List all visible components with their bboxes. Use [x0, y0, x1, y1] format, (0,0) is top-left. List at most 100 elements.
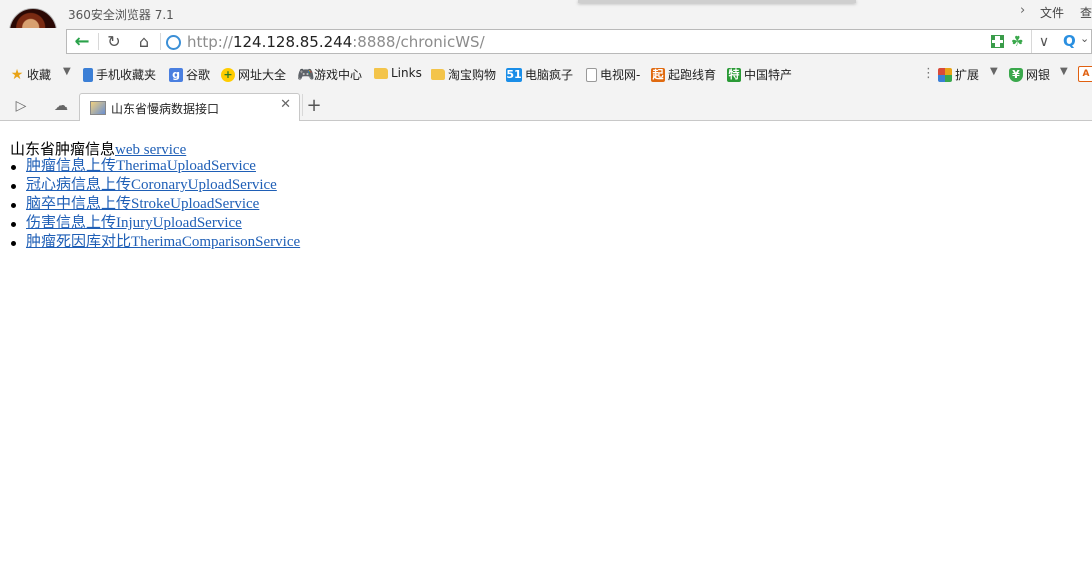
web-directory-icon: + — [221, 67, 235, 82]
site-51-icon: 51 — [506, 67, 522, 82]
bookmark-label: Links — [391, 66, 422, 80]
chevron-down-icon[interactable]: ▼ — [63, 66, 71, 77]
url-prefix: http:// — [187, 33, 233, 51]
globe-icon — [166, 35, 181, 50]
menu-file[interactable]: 文件 — [1040, 4, 1064, 21]
sidebar-toggle-icon[interactable]: ▷ — [10, 96, 32, 116]
service-name: CoronaryUploadService — [131, 177, 277, 193]
qi-icon: 起 — [651, 67, 665, 82]
netbank-button[interactable]: ¥ 网银 — [1009, 66, 1050, 83]
bookmark-label: 电脑疯子 — [525, 68, 574, 82]
tab-bar: ▷ ☁ 山东省慢病数据接口 ✕ + — [0, 90, 1092, 121]
list-item: 伤害信息上传InjuryUploadService — [0, 214, 300, 233]
chevron-down-icon[interactable]: ∨ — [1033, 32, 1055, 52]
list-item: 肿瘤信息上传TherimaUploadService — [0, 157, 300, 176]
more-icon[interactable]: ⋮ — [922, 66, 935, 81]
folder-icon — [374, 67, 388, 79]
page-icon — [586, 67, 597, 82]
menu-view[interactable]: 查 — [1080, 4, 1092, 21]
bookmark-item[interactable]: 淘宝购物 — [431, 66, 496, 83]
bookmark-item[interactable]: + 网址大全 — [221, 66, 286, 83]
chevron-down-icon[interactable]: ▼ — [1060, 66, 1068, 77]
bookmark-item[interactable]: 电视网- — [586, 66, 640, 83]
service-link[interactable]: 脑卒中信息上传StrokeUploadService — [26, 196, 259, 212]
bookmark-label: 电视网- — [600, 68, 641, 82]
bookmark-label: 谷歌 — [186, 68, 211, 82]
bookmarks-bar: ★ 收藏 ▼ 手机收藏夹 g 谷歌 + 网址大全 🎮 游戏中心 Links 淘宝… — [0, 60, 1092, 90]
page-content: 山东省肿瘤信息web service 肿瘤信息上传TherimaUploadSe… — [0, 121, 1092, 570]
favicon-icon — [90, 101, 106, 115]
bookmark-label: 淘宝购物 — [448, 68, 497, 82]
bookmark-item[interactable]: 🎮 游戏中心 — [297, 66, 362, 83]
service-cn: 伤害信息上传 — [26, 215, 117, 231]
app-title: 360安全浏览器 7.1 — [68, 8, 174, 22]
extensions-icon — [938, 67, 952, 82]
bookmark-label: 中国特产 — [744, 68, 793, 82]
service-cn: 肿瘤死因库对比 — [26, 234, 132, 250]
home-button[interactable]: ⌂ — [129, 30, 159, 53]
bookmark-item[interactable]: 特 中国特产 — [727, 66, 792, 83]
bookmark-item[interactable]: g 谷歌 — [169, 66, 210, 83]
shield-icon: ¥ — [1009, 67, 1023, 82]
overlay-dialog-edge — [578, 0, 856, 3]
service-link[interactable]: 肿瘤信息上传TherimaUploadService — [26, 158, 256, 174]
back-button[interactable]: ← — [67, 30, 97, 53]
service-cn: 脑卒中信息上传 — [26, 196, 132, 212]
url-host: 124.128.85.244 — [232, 33, 353, 51]
chevron-right-icon[interactable]: › — [1020, 3, 1025, 18]
cloud-icon[interactable]: ☁ — [50, 96, 72, 116]
search-engine-dropdown-icon[interactable]: ⌄ — [1080, 32, 1089, 45]
te-icon: 特 — [727, 67, 741, 82]
title-bar: 360安全浏览器 7.1 › 文件 查 — [0, 0, 1092, 28]
service-link[interactable]: 伤害信息上传InjuryUploadService — [26, 215, 242, 231]
folder-icon — [431, 69, 445, 80]
list-item: 肿瘤死因库对比TherimaComparisonService — [0, 233, 300, 252]
google-icon: g — [169, 67, 183, 82]
service-name: TherimaComparisonService — [131, 234, 301, 250]
divider — [1031, 30, 1032, 53]
bookmark-label: 收藏 — [27, 68, 52, 82]
adblock-button[interactable]: A — [1078, 66, 1092, 82]
heading-text: 山东省肿瘤信息 — [10, 142, 116, 158]
bookmark-item[interactable]: 手机收藏夹 — [83, 66, 156, 83]
tab-title: 山东省慢病数据接口 — [111, 102, 220, 116]
search-engine-icon[interactable]: Q — [1063, 32, 1076, 50]
service-name: InjuryUploadService — [116, 215, 242, 231]
close-icon[interactable]: ✕ — [280, 97, 291, 112]
reload-button[interactable]: ↻ — [99, 30, 129, 53]
url-rest: :8888/chronicWS/ — [352, 33, 485, 51]
service-cn: 冠心病信息上传 — [26, 177, 132, 193]
service-link[interactable]: 冠心病信息上传CoronaryUploadService — [26, 177, 277, 193]
service-name: TherimaUploadService — [116, 158, 256, 174]
address-bar: ← ↻ ⌂ http://124.128.85.244:8888/chronic… — [66, 29, 1092, 54]
gamepad-icon: 🎮 — [297, 66, 315, 83]
bookmark-favorites[interactable]: ★ 收藏 — [10, 66, 51, 83]
service-list: 肿瘤信息上传TherimaUploadService 冠心病信息上传Corona… — [0, 157, 300, 252]
bookmark-item[interactable]: 起 起跑线育 — [651, 66, 716, 83]
bookmark-item[interactable]: 51 电脑疯子 — [506, 66, 573, 83]
service-link[interactable]: 肿瘤死因库对比TherimaComparisonService — [26, 234, 300, 250]
adblock-icon: A — [1078, 66, 1092, 82]
leaf-icon[interactable]: ☘ — [1011, 34, 1024, 50]
bookmark-label: 手机收藏夹 — [96, 68, 157, 82]
new-tab-button[interactable]: + — [302, 94, 325, 116]
page-heading: 山东省肿瘤信息web service — [10, 138, 186, 159]
navigation-bar: ← ↻ ⌂ http://124.128.85.244:8888/chronic… — [0, 28, 1092, 60]
chevron-down-icon[interactable]: ▼ — [990, 66, 998, 77]
extensions-label: 扩展 — [955, 68, 980, 82]
star-icon: ★ — [10, 66, 24, 83]
service-cn: 肿瘤信息上传 — [26, 158, 117, 174]
bookmark-label: 起跑线育 — [668, 68, 717, 82]
web-service-link[interactable]: web service — [115, 142, 186, 158]
bookmark-label: 游戏中心 — [314, 68, 363, 82]
bookmark-item[interactable]: Links — [374, 66, 422, 80]
bookmark-label: 网址大全 — [238, 68, 287, 82]
phone-icon — [83, 67, 93, 82]
qr-code-icon[interactable] — [991, 35, 1004, 48]
divider — [160, 33, 161, 50]
tab-active[interactable]: 山东省慢病数据接口 ✕ — [79, 93, 300, 121]
extensions-button[interactable]: 扩展 — [938, 66, 979, 83]
service-name: StrokeUploadService — [131, 196, 260, 212]
list-item: 冠心病信息上传CoronaryUploadService — [0, 176, 300, 195]
url-input[interactable]: http://124.128.85.244:8888/chronicWS/ — [187, 33, 485, 51]
